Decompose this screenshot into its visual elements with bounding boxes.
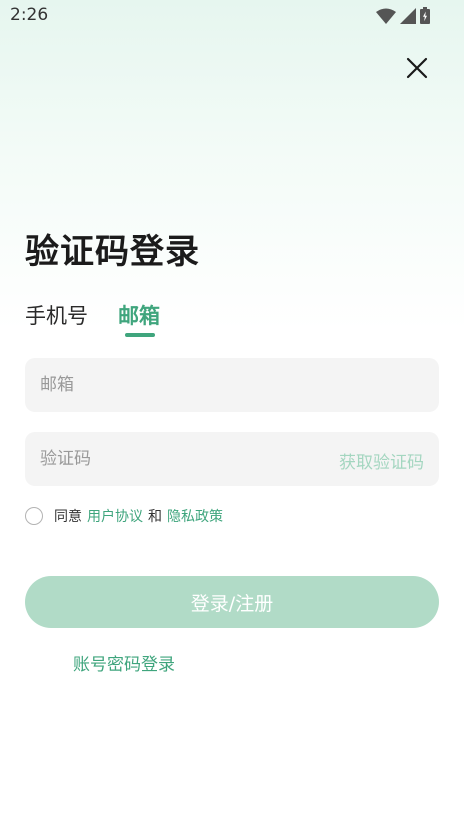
agreement-row: 同意 用户协议 和 隐私政策	[25, 506, 228, 526]
status-time: 2:26	[10, 5, 49, 25]
battery-icon	[420, 7, 430, 24]
close-icon	[406, 57, 428, 79]
login-register-button[interactable]: 登录/注册	[25, 576, 439, 628]
tab-phone[interactable]: 手机号	[25, 300, 88, 330]
email-input[interactable]	[40, 358, 310, 412]
signal-icon	[400, 7, 416, 24]
active-tab-indicator	[125, 333, 155, 337]
privacy-policy-link[interactable]: 隐私政策	[167, 506, 223, 526]
page-title: 验证码登录	[25, 232, 200, 272]
password-login-link[interactable]: 账号密码登录	[73, 650, 175, 675]
tab-email[interactable]: 邮箱	[118, 300, 160, 330]
user-agreement-link[interactable]: 用户协议	[87, 506, 143, 526]
status-bar: 2:26	[0, 0, 464, 32]
agreement-prefix: 同意	[54, 509, 82, 525]
email-field-container	[25, 358, 439, 412]
get-code-button[interactable]: 获取验证码	[339, 448, 424, 473]
verification-code-input[interactable]	[40, 432, 310, 486]
agreement-checkbox[interactable]	[25, 507, 43, 525]
agreement-conjunction: 和	[148, 509, 162, 525]
close-button[interactable]	[401, 52, 433, 84]
status-icons	[376, 7, 430, 24]
wifi-icon	[376, 8, 396, 24]
code-field-container: 获取验证码	[25, 432, 439, 486]
